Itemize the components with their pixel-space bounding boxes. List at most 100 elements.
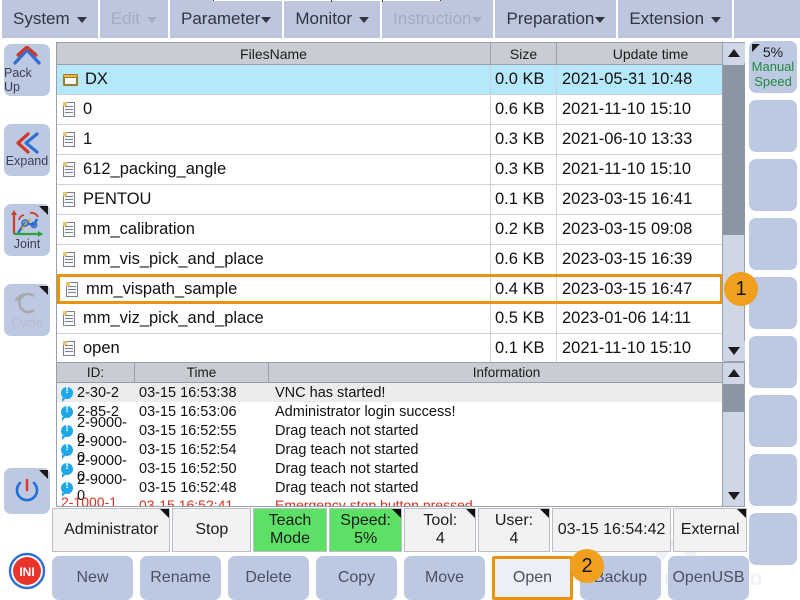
menu-item-label: Preparation — [506, 9, 595, 28]
rail-button-power[interactable] — [4, 468, 50, 514]
status-user-role[interactable]: Administrator — [52, 508, 171, 552]
step-badge-1: 1 — [724, 272, 758, 306]
menu-item-label: Extension — [629, 9, 705, 28]
status-clock[interactable]: 03-15 16:54:42 — [551, 508, 672, 552]
file-row[interactable]: 612_packing_angle 0.3 KB 2021-11-10 15:10 — [57, 155, 723, 185]
file-row[interactable]: open 0.1 KB 2021-11-10 15:10 — [57, 334, 723, 364]
log-rows: 2-30-2 03-15 16:53:38 VNC has started!2-85… — [57, 383, 744, 504]
file-icon — [63, 222, 76, 237]
openusb-button[interactable]: OpenUSB — [668, 556, 749, 600]
log-row[interactable]: 2-85-203-15 16:53:06Administrator login … — [57, 402, 744, 421]
file-row-name: open — [83, 339, 120, 357]
rail-button-ini[interactable]: INI — [4, 548, 50, 594]
file-row[interactable]: PENTOU 0.1 KB 2023-03-15 16:41 — [57, 185, 723, 215]
move-button[interactable]: Move — [404, 556, 485, 600]
menu-item-label: System — [13, 9, 70, 28]
log-row-id-cell: 2-30-2 — [57, 385, 135, 402]
right-rail-button-5[interactable] — [749, 336, 797, 388]
file-row[interactable]: DX 0.0 KB 2021-05-31 10:48 — [57, 65, 723, 95]
file-icon — [63, 311, 76, 326]
rename-button-label: Rename — [150, 569, 211, 586]
file-row-name: mm_calibration — [83, 220, 195, 238]
open-button[interactable]: Open — [492, 556, 573, 600]
right-rail-button-7[interactable] — [749, 454, 797, 506]
log-col-info: Information — [472, 365, 541, 380]
rail-button-cycle[interactable]: Cycle — [4, 284, 50, 336]
right-rail-button-2[interactable] — [749, 159, 797, 211]
file-icon — [63, 192, 76, 207]
scroll-thumb[interactable] — [723, 65, 745, 235]
status-tool[interactable]: Tool: 4 — [404, 508, 477, 552]
file-row-size: 0.2 KB — [491, 215, 557, 244]
menu-item-system[interactable]: System — [0, 0, 100, 38]
menu-item-monitor[interactable]: Monitor — [284, 0, 383, 38]
delete-button[interactable]: Delete — [228, 556, 309, 600]
menu-item-preparation[interactable]: Preparation — [495, 0, 619, 38]
file-row-name-cell: 612_packing_angle — [57, 155, 491, 184]
manual-speed-label-2: Speed — [754, 74, 792, 90]
log-scroll-thumb[interactable] — [723, 384, 744, 412]
status-external[interactable]: External — [673, 508, 747, 552]
log-row-time: 03-15 16:53:38 — [139, 384, 237, 401]
log-col-id: ID: — [57, 363, 135, 382]
copy-button[interactable]: Copy — [316, 556, 397, 600]
log-row-info: Drag teach not started — [275, 460, 419, 477]
status-speed-text: 5% — [354, 530, 378, 547]
info-icon — [61, 385, 73, 402]
svg-text:INI: INI — [19, 565, 34, 579]
status-user-coord[interactable]: User: 4 — [478, 508, 550, 552]
chevron-down-icon — [711, 17, 722, 23]
file-row-size: 0.4 KB — [491, 277, 557, 301]
file-row[interactable]: mm_calibration 0.2 KB 2023-03-15 09:08 — [57, 215, 723, 245]
rail-button-pack-up[interactable]: Pack Up — [4, 44, 50, 96]
rail-label-cycle: Cycle — [11, 315, 43, 330]
log-row[interactable]: 2-30-2 03-15 16:53:38 VNC has started! — [57, 383, 744, 402]
log-row[interactable]: 2-9000-003-15 16:52:55Drag teach not sta… — [57, 415, 744, 447]
status-run-state[interactable]: Stop — [172, 508, 252, 552]
chevron-down-icon — [76, 17, 87, 23]
new-button[interactable]: New — [52, 556, 133, 600]
chevron-up-icon — [13, 45, 41, 65]
file-row[interactable]: mm_vispath_sample 0.4 KB 2023-03-15 16:47 — [57, 274, 723, 304]
file-list-rows: DX 0.0 KB 2021-05-31 10:48 0 0.6 KB 2021-11-1… — [57, 65, 723, 364]
status-speed[interactable]: Speed: 5% — [328, 508, 403, 552]
open-dropdown-panel — [213, 0, 441, 2]
corner-marker-icon — [466, 509, 476, 518]
file-row-name: mm_vispath_sample — [86, 279, 238, 298]
copy-button-label: Copy — [337, 569, 376, 586]
power-icon — [15, 478, 39, 502]
corner-marker-icon — [752, 44, 760, 52]
log-scrollbar[interactable] — [722, 363, 744, 506]
status-teach-mode[interactable]: Teach Mode — [253, 508, 327, 552]
file-list-header: FilesName Size Update time — [57, 43, 744, 65]
rail-button-joint[interactable]: Joint — [4, 204, 50, 256]
file-row[interactable]: mm_vis_pick_and_place 0.6 KB 2023-03-15 16… — [57, 245, 723, 275]
log-row[interactable]: 2-9000-003-15 16:52:48Drag teach not sta… — [57, 472, 744, 504]
info-icon — [61, 480, 73, 497]
file-row-size: 0.1 KB — [491, 185, 557, 214]
menu-item-extension[interactable]: Extension — [618, 0, 735, 38]
log-scroll-down-arrow-icon[interactable] — [723, 486, 744, 506]
log-row[interactable]: 2-9000-003-15 16:52:50Drag teach not sta… — [57, 453, 744, 485]
right-sidebar: 5% Manual Speed — [746, 38, 800, 600]
file-row[interactable]: mm_viz_pick_and_place 0.5 KB 2023-01-06 14… — [57, 304, 723, 334]
file-row[interactable]: 1 0.3 KB 2021-06-10 13:33 — [57, 125, 723, 155]
status-external-text: External — [680, 521, 740, 539]
file-row[interactable]: 0 0.6 KB 2021-11-10 15:10 — [57, 95, 723, 125]
manual-speed-button[interactable]: 5% Manual Speed — [749, 41, 797, 93]
log-row-info: Administrator login success! — [275, 403, 456, 420]
file-icon — [63, 162, 76, 177]
menu-item-parameter[interactable]: Parameter — [169, 0, 285, 38]
log-row[interactable]: 2-9000-003-15 16:52:54Drag teach not sta… — [57, 434, 744, 466]
log-row-time: 03-15 16:53:06 — [139, 403, 237, 420]
log-scroll-up-arrow-icon[interactable] — [723, 363, 744, 383]
right-rail-button-6[interactable] — [749, 395, 797, 447]
corner-marker-icon — [39, 206, 48, 215]
scroll-down-arrow-icon[interactable] — [723, 341, 745, 361]
scroll-up-arrow-icon[interactable] — [723, 43, 745, 63]
rename-button[interactable]: Rename — [140, 556, 221, 600]
rail-button-expand[interactable]: Expand — [4, 124, 50, 176]
file-list-scrollbar[interactable] — [722, 43, 745, 361]
right-rail-button-3[interactable] — [749, 218, 797, 270]
right-rail-button-1[interactable] — [749, 100, 797, 152]
